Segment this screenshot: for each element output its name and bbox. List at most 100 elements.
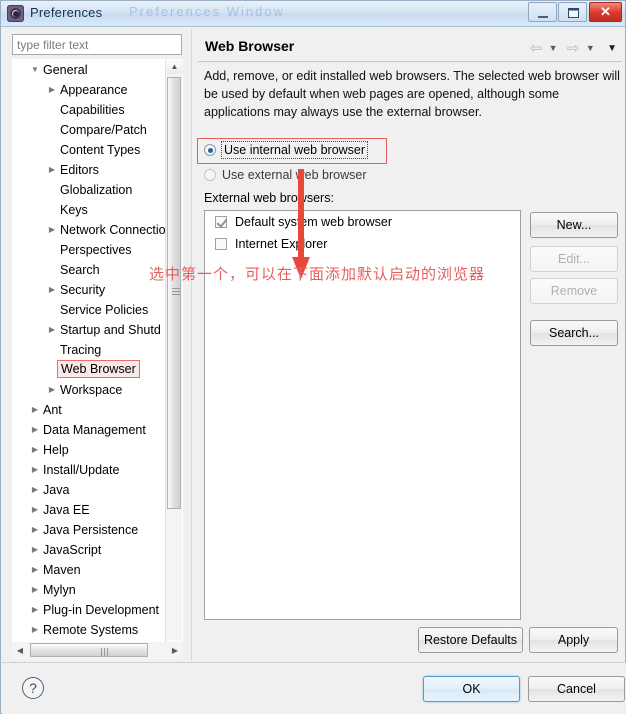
expand-arrow-icon[interactable]: ▶ bbox=[29, 420, 41, 440]
close-button[interactable]: ✕ bbox=[589, 2, 622, 22]
tree-item[interactable]: ▶ Maven bbox=[13, 560, 182, 580]
tree-item[interactable]: ▶ Java EE bbox=[13, 500, 182, 520]
list-item[interactable]: Default system web browser bbox=[205, 211, 520, 233]
close-icon: ✕ bbox=[600, 4, 611, 19]
tree-item[interactable]: ▶ Ant bbox=[13, 400, 182, 420]
tree-item-label: Keys bbox=[60, 203, 88, 217]
tree-item-label: Maven bbox=[43, 563, 81, 577]
back-dropdown-icon[interactable]: ▼ bbox=[549, 43, 558, 53]
preferences-tree[interactable]: ▼ General ▶ Appearance Capabilities Compare/P… bbox=[12, 59, 183, 655]
search-button[interactable]: Search... bbox=[530, 320, 618, 346]
expand-arrow-icon[interactable]: ▶ bbox=[29, 500, 41, 520]
page-description: Add, remove, or edit installed web brows… bbox=[204, 69, 620, 119]
tree-item[interactable]: ▶ Help bbox=[13, 440, 182, 460]
tree-item[interactable]: Keys bbox=[13, 200, 182, 220]
maximize-button[interactable] bbox=[558, 2, 587, 22]
apply-button[interactable]: Apply bbox=[529, 627, 618, 653]
scroll-up-icon[interactable]: ▲ bbox=[166, 59, 183, 74]
forward-arrow-icon[interactable]: ⇨ bbox=[567, 39, 580, 57]
restore-defaults-button[interactable]: Restore Defaults bbox=[418, 627, 523, 653]
tree-item[interactable]: ▶ Appearance bbox=[13, 80, 182, 100]
scroll-grip-icon bbox=[172, 288, 180, 295]
tree-item-label: Mylyn bbox=[43, 583, 76, 597]
tree-item[interactable]: Search bbox=[13, 260, 182, 280]
tree-item-label: Plug-in Development bbox=[43, 603, 160, 617]
tree-item-label: JavaScript bbox=[43, 543, 102, 557]
minimize-button[interactable] bbox=[528, 2, 557, 22]
radio-indicator-icon bbox=[204, 169, 216, 181]
expand-arrow-icon[interactable]: ▶ bbox=[29, 400, 41, 420]
page-menu-icon[interactable]: ▼ bbox=[607, 43, 617, 54]
list-item[interactable]: Internet Explorer bbox=[205, 233, 520, 255]
ok-button[interactable]: OK bbox=[423, 676, 520, 702]
expand-arrow-icon[interactable]: ▶ bbox=[29, 580, 41, 600]
expand-arrow-icon[interactable]: ▼ bbox=[29, 60, 41, 80]
window-title-ghost: Preferences Window bbox=[129, 4, 285, 19]
expand-arrow-icon[interactable]: ▶ bbox=[46, 220, 58, 240]
expand-arrow-icon[interactable]: ▶ bbox=[46, 380, 58, 400]
expand-arrow-icon[interactable]: ▶ bbox=[29, 620, 41, 640]
expand-arrow-icon[interactable]: ▶ bbox=[29, 520, 41, 540]
title-bar: Preferences Preferences Window ✕ bbox=[1, 1, 625, 27]
tree-item[interactable]: ▶ Security bbox=[13, 280, 182, 300]
tree-item[interactable]: ▶ Network Connectio bbox=[13, 220, 182, 240]
tree-item[interactable]: Compare/Patch bbox=[13, 120, 182, 140]
panel-divider bbox=[191, 29, 192, 661]
tree-item[interactable]: ▶ Data Management bbox=[13, 420, 182, 440]
tree-item[interactable]: ▶ Plug-in Development bbox=[13, 600, 182, 620]
tree-item[interactable]: Content Types bbox=[13, 140, 182, 160]
expand-arrow-icon[interactable]: ▶ bbox=[29, 600, 41, 620]
tree-item[interactable]: Tracing bbox=[13, 340, 182, 360]
forward-dropdown-icon[interactable]: ▼ bbox=[586, 43, 595, 53]
tree-vscroll-thumb[interactable] bbox=[167, 77, 181, 509]
external-browsers-label: External web browsers: bbox=[204, 191, 334, 205]
remove-button: Remove bbox=[530, 278, 618, 304]
tree-item[interactable]: Globalization bbox=[13, 180, 182, 200]
expand-arrow-icon[interactable]: ▶ bbox=[46, 320, 58, 340]
expand-arrow-icon[interactable]: ▶ bbox=[29, 560, 41, 580]
expand-arrow-icon[interactable]: ▶ bbox=[29, 540, 41, 560]
radio-use-internal-browser[interactable]: Use internal web browser bbox=[204, 141, 369, 159]
tree-horizontal-scrollbar[interactable]: ◀ ▶ bbox=[12, 642, 183, 659]
tree-vertical-scrollbar[interactable]: ▲ ▼ bbox=[165, 59, 183, 655]
back-arrow-icon[interactable]: ⇦ bbox=[530, 39, 543, 57]
tree-item[interactable]: ▶ Editors bbox=[13, 160, 182, 180]
tree-item[interactable]: ▶ JavaScript bbox=[13, 540, 182, 560]
checkbox-icon[interactable] bbox=[215, 238, 227, 250]
tree-item[interactable]: Web Browser bbox=[13, 360, 182, 380]
minimize-icon bbox=[538, 16, 548, 18]
tree-item[interactable]: ▶ Java bbox=[13, 480, 182, 500]
tree-item-label: Search bbox=[60, 263, 100, 277]
scroll-left-icon[interactable]: ◀ bbox=[12, 642, 28, 659]
tree-item[interactable]: Capabilities bbox=[13, 100, 182, 120]
expand-arrow-icon[interactable]: ▶ bbox=[29, 440, 41, 460]
filter-input[interactable] bbox=[12, 34, 182, 55]
tree-item[interactable]: ▶ Startup and Shutd bbox=[13, 320, 182, 340]
tree-item[interactable]: ▶ Remote Systems bbox=[13, 620, 182, 640]
tree-item-label: Data Management bbox=[43, 423, 146, 437]
tree-item[interactable]: ▼ General bbox=[13, 60, 182, 80]
expand-arrow-icon[interactable]: ▶ bbox=[46, 160, 58, 180]
expand-arrow-icon[interactable]: ▶ bbox=[46, 280, 58, 300]
tree-item-label: Help bbox=[43, 443, 69, 457]
tree-item[interactable]: ▶ Mylyn bbox=[13, 580, 182, 600]
scroll-right-icon[interactable]: ▶ bbox=[167, 642, 183, 659]
expand-arrow-icon[interactable]: ▶ bbox=[29, 480, 41, 500]
expand-arrow-icon[interactable]: ▶ bbox=[29, 460, 41, 480]
browsers-list[interactable]: Default system web browser Internet Explo… bbox=[204, 210, 521, 620]
cancel-button[interactable]: Cancel bbox=[528, 676, 625, 702]
help-icon[interactable]: ? bbox=[22, 677, 44, 699]
page-title: Web Browser bbox=[205, 38, 295, 54]
expand-arrow-icon[interactable]: ▶ bbox=[46, 80, 58, 100]
tree-hscroll-thumb[interactable] bbox=[30, 643, 148, 657]
tree-item-label: Capabilities bbox=[60, 103, 125, 117]
checkbox-icon[interactable] bbox=[215, 216, 227, 228]
tree-item[interactable]: ▶ Java Persistence bbox=[13, 520, 182, 540]
radio-use-external-browser[interactable]: Use external web browser bbox=[204, 168, 367, 182]
preferences-gear-icon bbox=[7, 5, 24, 22]
tree-item[interactable]: Service Policies bbox=[13, 300, 182, 320]
tree-item[interactable]: ▶ Workspace bbox=[13, 380, 182, 400]
tree-item[interactable]: ▶ Install/Update bbox=[13, 460, 182, 480]
new-button[interactable]: New... bbox=[530, 212, 618, 238]
tree-item[interactable]: Perspectives bbox=[13, 240, 182, 260]
